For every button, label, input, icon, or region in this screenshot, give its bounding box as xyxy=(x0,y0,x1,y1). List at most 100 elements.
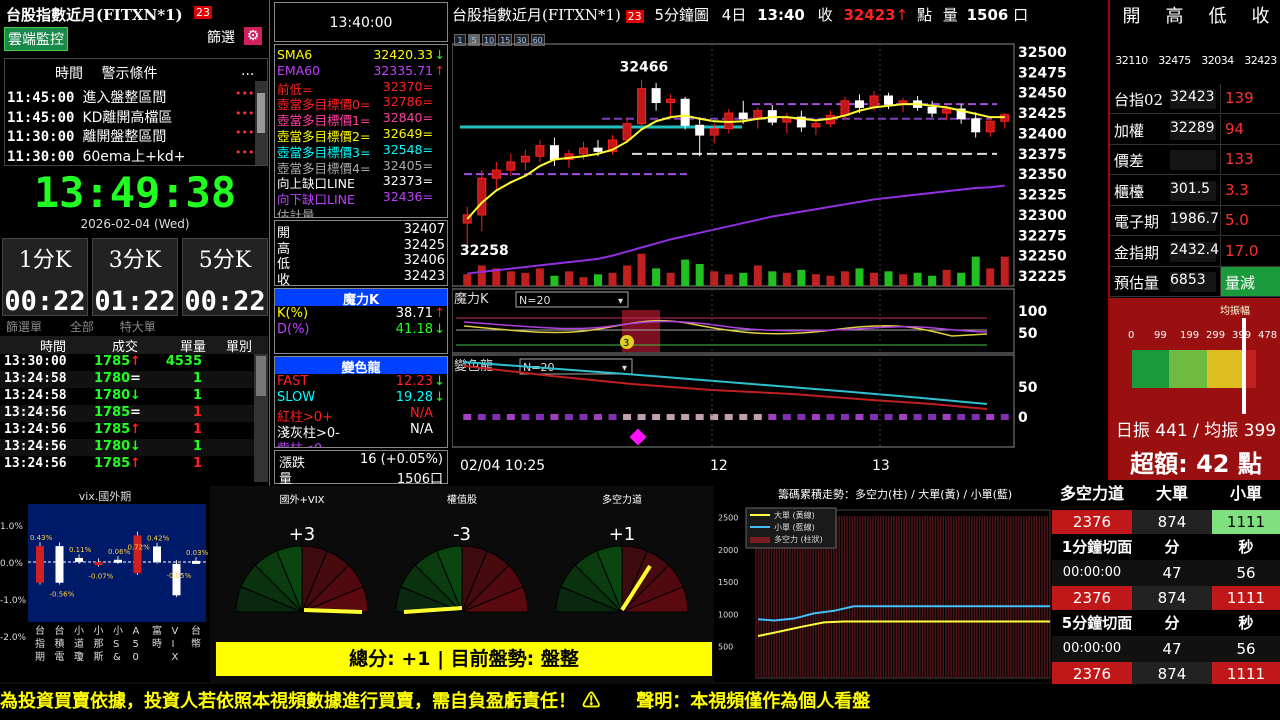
amplitude-panel: 均振幅 099199299399478 日振 441 / 均振 399 超額: … xyxy=(1110,298,1280,486)
chameleon-bar xyxy=(870,414,878,420)
tab-all[interactable]: 全部 xyxy=(70,320,94,334)
tick-row[interactable]: 13:30:00 1785 ↑ 4535 xyxy=(0,354,254,371)
tick-row[interactable]: 13:24:56 1785 = 1 xyxy=(0,405,254,422)
vix-bar xyxy=(55,546,64,583)
chameleon-bar xyxy=(840,414,849,420)
super-text: 超額: 42 點 xyxy=(1130,450,1262,478)
indicator-row: FAST 12.23 ↓ xyxy=(277,374,447,390)
indicator-row: 紫柱<0- xyxy=(277,438,447,447)
volume-bar xyxy=(623,265,632,286)
chameleon-bar xyxy=(521,414,530,420)
filter-button[interactable]: 篩選 xyxy=(207,27,235,47)
strength-table: 多空力道 大單 小單 2376 874 1111 1分鐘切面分秒 00:00:00 47 56 23… xyxy=(1052,480,1280,688)
candle-body xyxy=(854,100,864,108)
tick-arrow: ↑ xyxy=(130,354,141,369)
tab-filter[interactable]: 篩選單 xyxy=(6,320,42,334)
row-arrow: ↓ xyxy=(434,390,445,405)
volume-bar xyxy=(695,264,704,286)
volume-bar xyxy=(942,269,951,286)
chameleon-bar xyxy=(637,414,646,420)
volume-bar xyxy=(899,274,908,286)
alert-table: 時間 警示條件 ... 11:45:00 進入盤整區間 ••• 11:45:00 KD離… xyxy=(4,58,268,166)
table-cell: 00:00:00 xyxy=(1052,636,1132,662)
table-cell: 56 xyxy=(1212,560,1280,586)
gauge-title: 國外+VIX xyxy=(279,494,324,506)
quote-header: 收 xyxy=(1251,6,1270,27)
alert-row[interactable]: 11:45:00 進入盤整區間 ••• xyxy=(7,87,254,106)
chameleon-bar xyxy=(884,414,893,420)
amp-tick: 199 xyxy=(1180,330,1200,341)
alert-more-icon[interactable]: ••• xyxy=(235,126,254,139)
instrument-badge: 23 xyxy=(194,6,212,19)
tick-time: 13:30:00 xyxy=(4,354,67,369)
tick-row[interactable]: 13:24:56 1780 ↓ 1 xyxy=(0,439,254,456)
tick-price: 1785 xyxy=(94,422,131,437)
indicator-row: 壺當多目標價4= 32405= xyxy=(277,158,445,176)
quote-row-value xyxy=(1170,150,1216,170)
tick-row[interactable]: 13:24:58 1780 ↓ 1 xyxy=(0,388,254,405)
candle-body xyxy=(637,88,647,125)
indicator-row: SMA6 32420.33 ↓ xyxy=(277,47,445,62)
alert-header-more[interactable]: ... xyxy=(241,63,254,79)
alert-row[interactable]: 11:30:00 離開盤整區間 ••• xyxy=(7,126,254,145)
main-chart-svg[interactable]: 32500 32475 32450 32425 32400 32375 32350 32325… xyxy=(452,0,1106,486)
tick-row[interactable]: 13:24:56 1785 ↑ 1 xyxy=(0,422,254,439)
row-label: D(%) xyxy=(277,322,310,337)
tick-arrow: ↓ xyxy=(130,439,141,454)
x-axis-label: 02/04 10:25 xyxy=(460,458,545,474)
gauge-needle xyxy=(303,608,363,614)
tick-scrollbar[interactable] xyxy=(254,354,268,482)
quote-row-label: 電子期 xyxy=(1114,213,1160,231)
quote-row-label: 加權 xyxy=(1114,121,1145,140)
tick-price: 1785 xyxy=(94,405,131,420)
vix-y-tick: -1.0% xyxy=(0,596,27,606)
ohlc-row: 低 32406 xyxy=(277,253,445,272)
amp-tick: 478 xyxy=(1258,330,1278,341)
cloud-monitor-button[interactable]: 雲端監控 xyxy=(4,27,68,51)
tick-arrow: = xyxy=(130,371,141,386)
alert-more-icon[interactable]: ••• xyxy=(235,107,254,120)
gauge-value: +1 xyxy=(609,524,636,545)
alert-more-icon[interactable]: ••• xyxy=(235,87,254,100)
tick-row[interactable]: 13:24:58 1780 = 1 xyxy=(0,371,254,388)
candle-body xyxy=(491,169,501,179)
tick-arrow: ↑ xyxy=(130,456,141,471)
vix-bar xyxy=(114,559,122,563)
tick-tabs: 篩選單 全部 特大單 xyxy=(6,318,156,335)
indicator-row: 壺當多目標價1= 32840= xyxy=(277,110,445,128)
gauge-value: -3 xyxy=(453,524,471,545)
indicator-row: 向下缺口LINE 32436= xyxy=(277,189,445,207)
ohlc-value: 32407 xyxy=(403,222,445,237)
indicator-value: 32786= xyxy=(382,94,433,110)
vix-data-label: -0.07% xyxy=(89,573,114,581)
alert-row[interactable]: 11:30:00 60ema上+kd+ ••• xyxy=(7,146,254,165)
tick-row[interactable]: 13:24:56 1785 ↑ 1 xyxy=(0,456,254,473)
volume-bar xyxy=(855,268,864,286)
alert-row[interactable]: 11:45:00 KD離開高檔區 ••• xyxy=(7,107,254,126)
volume-bar xyxy=(753,265,762,286)
candle-body xyxy=(520,155,530,163)
quote-row: 電子期 1986.7 5.0 xyxy=(1110,206,1280,236)
y-tick-label: 32225 xyxy=(1018,269,1067,285)
chameleon-box: 變色龍 FAST 12.23 ↓ SLOW 19.28 ↓ 紅柱>0+ N/A 淺灰柱>0- N/… xyxy=(274,356,448,448)
table-header-large: 大單 xyxy=(1132,480,1212,508)
gauge-title: 權值股 xyxy=(447,493,477,506)
candle-body xyxy=(477,177,487,216)
chameleon-bar xyxy=(724,414,733,420)
tick-arrow: ↑ xyxy=(130,422,141,437)
tab-large[interactable]: 特大單 xyxy=(120,320,156,334)
change-value: 16 (+0.05%) xyxy=(359,452,443,467)
vix-category: 富時 xyxy=(152,624,162,650)
alert-more-icon[interactable]: ••• xyxy=(235,146,254,159)
candle-body xyxy=(549,145,559,161)
legend-label: 小單 (藍線) xyxy=(774,522,815,532)
settings-gear-icon[interactable]: ⚙ xyxy=(244,27,262,45)
gauges-svg: 國外+VIX +3 權值股 -3 多空力道 +1 xyxy=(235,493,689,614)
alert-scrollbar[interactable] xyxy=(255,81,267,165)
vix-data-label: 0.72% xyxy=(128,543,151,551)
vix-bar xyxy=(192,560,200,564)
indicator-value: 32649= xyxy=(382,126,433,141)
tick-time: 13:24:58 xyxy=(4,388,67,403)
volume-bar xyxy=(637,253,646,286)
vix-category: 台幣 xyxy=(191,624,201,650)
